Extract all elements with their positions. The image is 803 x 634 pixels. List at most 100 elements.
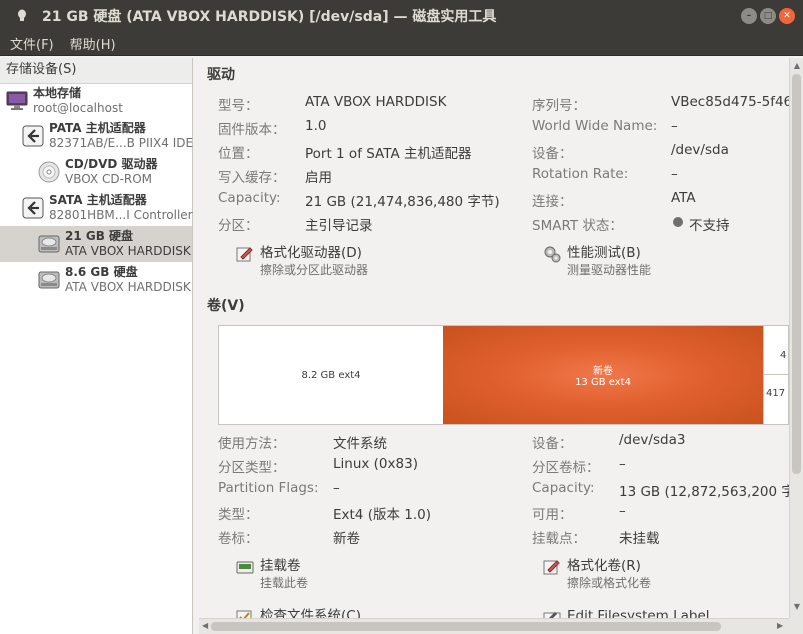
edit-label-button[interactable]: Edit Filesystem Label (543, 607, 710, 618)
drive-connection-value: ATA (671, 190, 696, 206)
mount-volume-desc: 挂载此卷 (260, 576, 309, 590)
app-icon (12, 6, 32, 26)
check-filesystem-button[interactable]: 检查文件系统(C) (236, 607, 361, 618)
sidebar-item-subtitle: VBOX CD-ROM (65, 172, 153, 186)
sidebar-item-subtitle: ATA VBOX HARDDISK (65, 280, 191, 294)
drive-capacity-label: Capacity: (218, 190, 281, 206)
menu-file[interactable]: 文件(F) (10, 34, 54, 53)
sidebar-item-title: SATA 主机适配器 (49, 193, 147, 207)
partition-divider (764, 374, 788, 375)
format-drive-button[interactable]: 格式化驱动器(D) 擦除或分区此驱动器 (236, 244, 368, 278)
drive-smart-label: SMART 状态： (532, 218, 623, 234)
sidebar-item-local-storage[interactable]: 本地存储 root@localhost (0, 84, 192, 118)
partition-size: 13 GB ext4 (575, 377, 631, 388)
sidebar-item-pata-controller[interactable]: PATA 主机适配器 82371AB/E...B PIIX4 IDE (0, 118, 194, 154)
title-bar: 21 GB 硬盘 (ATA VBOX HARDDISK) [/dev/sda] … (0, 0, 803, 32)
horizontal-scroll-thumb[interactable] (211, 622, 721, 631)
drive-wwn-value: – (671, 118, 678, 134)
details-pane: 驱动 型号： ATA VBOX HARDDISK 固件版本： 1.0 位置： P… (199, 58, 789, 618)
window-controls: – □ ✕ (741, 8, 795, 24)
hard-disk-icon (38, 233, 60, 255)
sidebar-item-8gb-disk[interactable]: 8.6 GB 硬盘 ATA VBOX HARDDISK (0, 262, 192, 298)
volume-flags-value: – (333, 480, 340, 496)
sidebar-item-title: CD/DVD 驱动器 (65, 157, 158, 171)
volume-device-value: /dev/sda3 (619, 432, 686, 448)
volume-label-value: 新卷 (333, 531, 360, 547)
benchmark-button[interactable]: 性能测试(B) 测量驱动器性能 (543, 244, 651, 278)
drive-device-label: 设备： (532, 146, 573, 162)
storage-devices-sidebar: 存储设备(S) 本地存储 root@localhost PATA 主机适配器 8… (0, 58, 193, 634)
menu-help[interactable]: 帮助(H) (70, 34, 116, 53)
volume-available-label: 可用： (532, 507, 573, 523)
volume-device-label: 设备： (532, 436, 573, 452)
scroll-up-icon[interactable]: ▲ (792, 61, 802, 73)
sidebar-item-title: 8.6 GB 硬盘 (65, 265, 138, 279)
mount-volume-button[interactable]: 挂载卷 挂载此卷 (236, 557, 308, 591)
volume-capacity-value: 13 GB (12,872,563,200 字 (619, 484, 789, 500)
window-title: 21 GB 硬盘 (ATA VBOX HARDDISK) [/dev/sda] … (42, 9, 497, 25)
maximize-button[interactable]: □ (760, 8, 776, 24)
drive-rotation-value: – (671, 166, 678, 182)
smart-status-dot-icon (673, 217, 683, 227)
volume-part-type-value: Linux (0x83) (333, 456, 418, 472)
sidebar-item-title: PATA 主机适配器 (49, 121, 146, 135)
partition-3[interactable]: 4 417 (763, 326, 788, 424)
partition-1[interactable]: 8.2 GB ext4 (219, 326, 443, 424)
scrollbar-corner (789, 618, 803, 634)
check-fs-icon (236, 608, 254, 618)
minimize-button[interactable]: – (741, 8, 757, 24)
volume-mount-label: 挂载点： (532, 531, 586, 547)
drive-device-value: /dev/sda (671, 142, 729, 158)
volume-available-value: – (619, 503, 626, 519)
volume-capacity-label: Capacity: (532, 480, 595, 496)
sidebar-item-title: 21 GB 硬盘 (65, 229, 134, 243)
format-volume-desc: 擦除或格式化卷 (567, 576, 652, 590)
close-button[interactable]: ✕ (779, 8, 795, 24)
sidebar-item-subtitle: root@localhost (33, 101, 123, 115)
scroll-down-icon[interactable]: ▼ (792, 602, 802, 614)
drive-location-label: 位置： (218, 146, 259, 162)
drive-capacity-value: 21 GB (21,474,836,480 字节) (305, 194, 500, 210)
sidebar-item-title: 本地存储 (33, 86, 82, 100)
format-drive-desc: 擦除或分区此驱动器 (260, 263, 369, 277)
sidebar-item-subtitle: 82371AB/E...B PIIX4 IDE (49, 136, 194, 150)
drive-location-value: Port 1 of SATA 主机适配器 (305, 146, 472, 162)
optical-disc-icon (38, 161, 60, 183)
partition-map: 8.2 GB ext4 新卷 13 GB ext4 4 417 (218, 325, 789, 425)
volume-mount-value: 未挂载 (619, 531, 660, 547)
sidebar-item-21gb-disk[interactable]: 21 GB 硬盘 ATA VBOX HARDDISK (0, 226, 192, 262)
drive-rotation-label: Rotation Rate: (532, 166, 629, 182)
volume-usage-label: 使用方法： (218, 436, 286, 452)
sidebar-item-sata-controller[interactable]: SATA 主机适配器 82801HBM...I Controller (0, 190, 193, 226)
volume-part-label-value: – (619, 456, 626, 472)
scroll-right-icon[interactable]: ▶ (777, 621, 783, 630)
horizontal-scrollbar[interactable]: ◀ ▶ (199, 618, 789, 634)
volume-type-value: Ext4 (版本 1.0) (333, 507, 431, 523)
computer-icon (6, 90, 28, 112)
drive-write-cache-label: 写入缓存： (218, 170, 286, 186)
edit-label-icon (543, 608, 561, 618)
format-volume-icon (543, 558, 561, 576)
drive-connection-label: 连接： (532, 194, 573, 210)
vertical-scroll-thumb[interactable] (792, 74, 801, 474)
sidebar-item-subtitle: ATA VBOX HARDDISK (65, 244, 191, 258)
sidebar-item-cd-dvd-drive[interactable]: CD/DVD 驱动器 VBOX CD-ROM (0, 154, 192, 190)
menu-bar: 文件(F) 帮助(H) (0, 32, 803, 56)
volume-part-label-label: 分区卷标： (532, 460, 600, 476)
drive-partitioning-value: 主引导记录 (305, 218, 373, 234)
drive-firmware-label: 固件版本： (218, 122, 286, 138)
drive-write-cache-value: 启用 (305, 170, 332, 186)
format-drive-icon (236, 245, 254, 263)
scroll-left-icon[interactable]: ◀ (202, 621, 208, 630)
drive-smart-value: 不支持 (689, 218, 730, 234)
format-volume-button[interactable]: 格式化卷(R) 擦除或格式化卷 (543, 557, 651, 591)
partition-top-text: 4 (780, 350, 787, 361)
vertical-scrollbar[interactable]: ▲ ▼ (789, 58, 803, 618)
mount-volume-label: 挂载卷 (260, 558, 301, 574)
partition-size: 8.2 GB ext4 (301, 369, 361, 381)
partition-2-selected[interactable]: 新卷 13 GB ext4 (443, 326, 763, 424)
drive-serial-value: VBec85d475-5f46 (671, 94, 789, 110)
drive-firmware-value: 1.0 (305, 118, 327, 134)
drive-model-value: ATA VBOX HARDDISK (305, 94, 447, 110)
benchmark-label: 性能测试(B) (567, 245, 641, 261)
